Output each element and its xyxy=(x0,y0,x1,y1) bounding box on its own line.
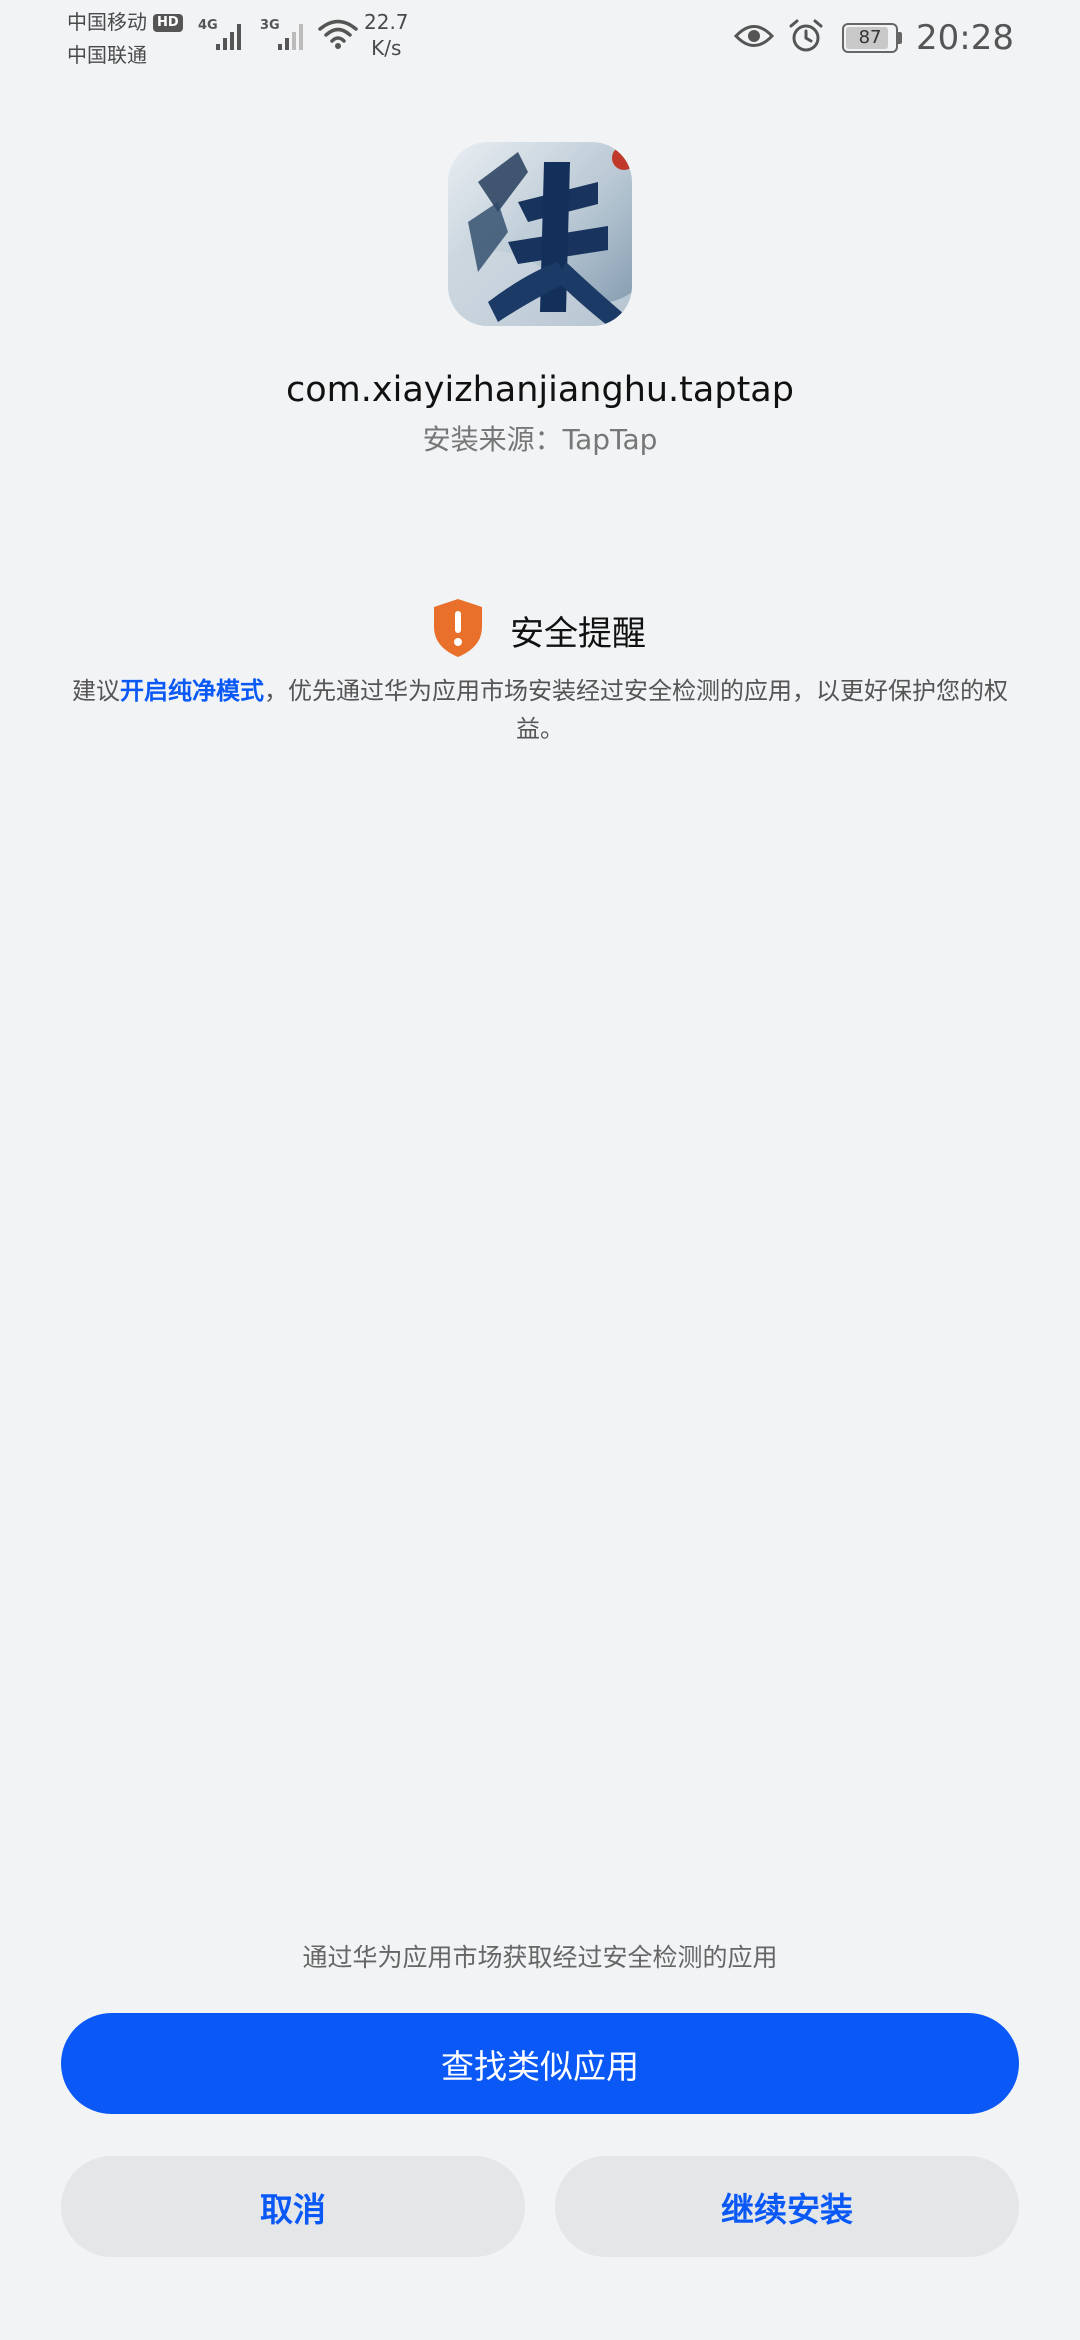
carrier-info: 中国移动 HD 中国联通 xyxy=(67,6,183,72)
eye-comfort-icon xyxy=(733,23,775,53)
battery-tip xyxy=(898,32,903,44)
install-source: 安装来源：TapTap xyxy=(422,423,658,456)
cancel-button[interactable]: 取消 xyxy=(61,2156,525,2257)
sim1-signal-icon: 4G xyxy=(198,16,250,56)
shield-warning-icon xyxy=(430,597,486,663)
sim2-signal-icon: 3G xyxy=(260,16,312,56)
security-notice-header: 安全提醒 xyxy=(430,598,646,662)
speed-value: 22.7 xyxy=(364,10,409,34)
package-name: com.xiayizhanjianghu.taptap xyxy=(286,370,794,410)
speed-unit: K/s xyxy=(371,36,402,60)
network-speed: 22.7 K/s xyxy=(364,9,409,61)
pure-mode-link[interactable]: 开启纯净模式 xyxy=(120,677,264,705)
carrier-1-label: 中国移动 xyxy=(67,10,147,34)
security-notice-text: 建议开启纯净模式，优先通过华为应用市场安装经过安全检测的应用，以更好保护您的权益… xyxy=(68,672,1012,748)
wifi-icon xyxy=(318,18,358,54)
notice-text-before: 建议 xyxy=(72,677,120,705)
alarm-icon xyxy=(788,18,824,58)
clock: 20:28 xyxy=(916,18,1014,58)
status-right-group: 87 20:28 xyxy=(720,12,1014,64)
find-similar-apps-button[interactable]: 查找类似应用 xyxy=(61,2013,1019,2114)
appgallery-hint: 通过华为应用市场获取经过安全检测的应用 xyxy=(302,1943,778,1972)
app-icon xyxy=(448,142,632,326)
notice-text-after: ，优先通过华为应用市场安装经过安全检测的应用，以更好保护您的权益。 xyxy=(264,677,1008,743)
status-bar: 中国移动 HD 中国联通 4G 3G 22.7 K/s 87 20:28 xyxy=(0,0,1080,80)
battery-level: 87 xyxy=(858,27,882,48)
security-notice-title: 安全提醒 xyxy=(510,613,646,654)
hd-badge: HD xyxy=(153,13,183,32)
battery-icon: 87 xyxy=(842,23,899,53)
carrier-2-label: 中国联通 xyxy=(67,43,147,67)
continue-install-button[interactable]: 继续安装 xyxy=(555,2156,1019,2257)
